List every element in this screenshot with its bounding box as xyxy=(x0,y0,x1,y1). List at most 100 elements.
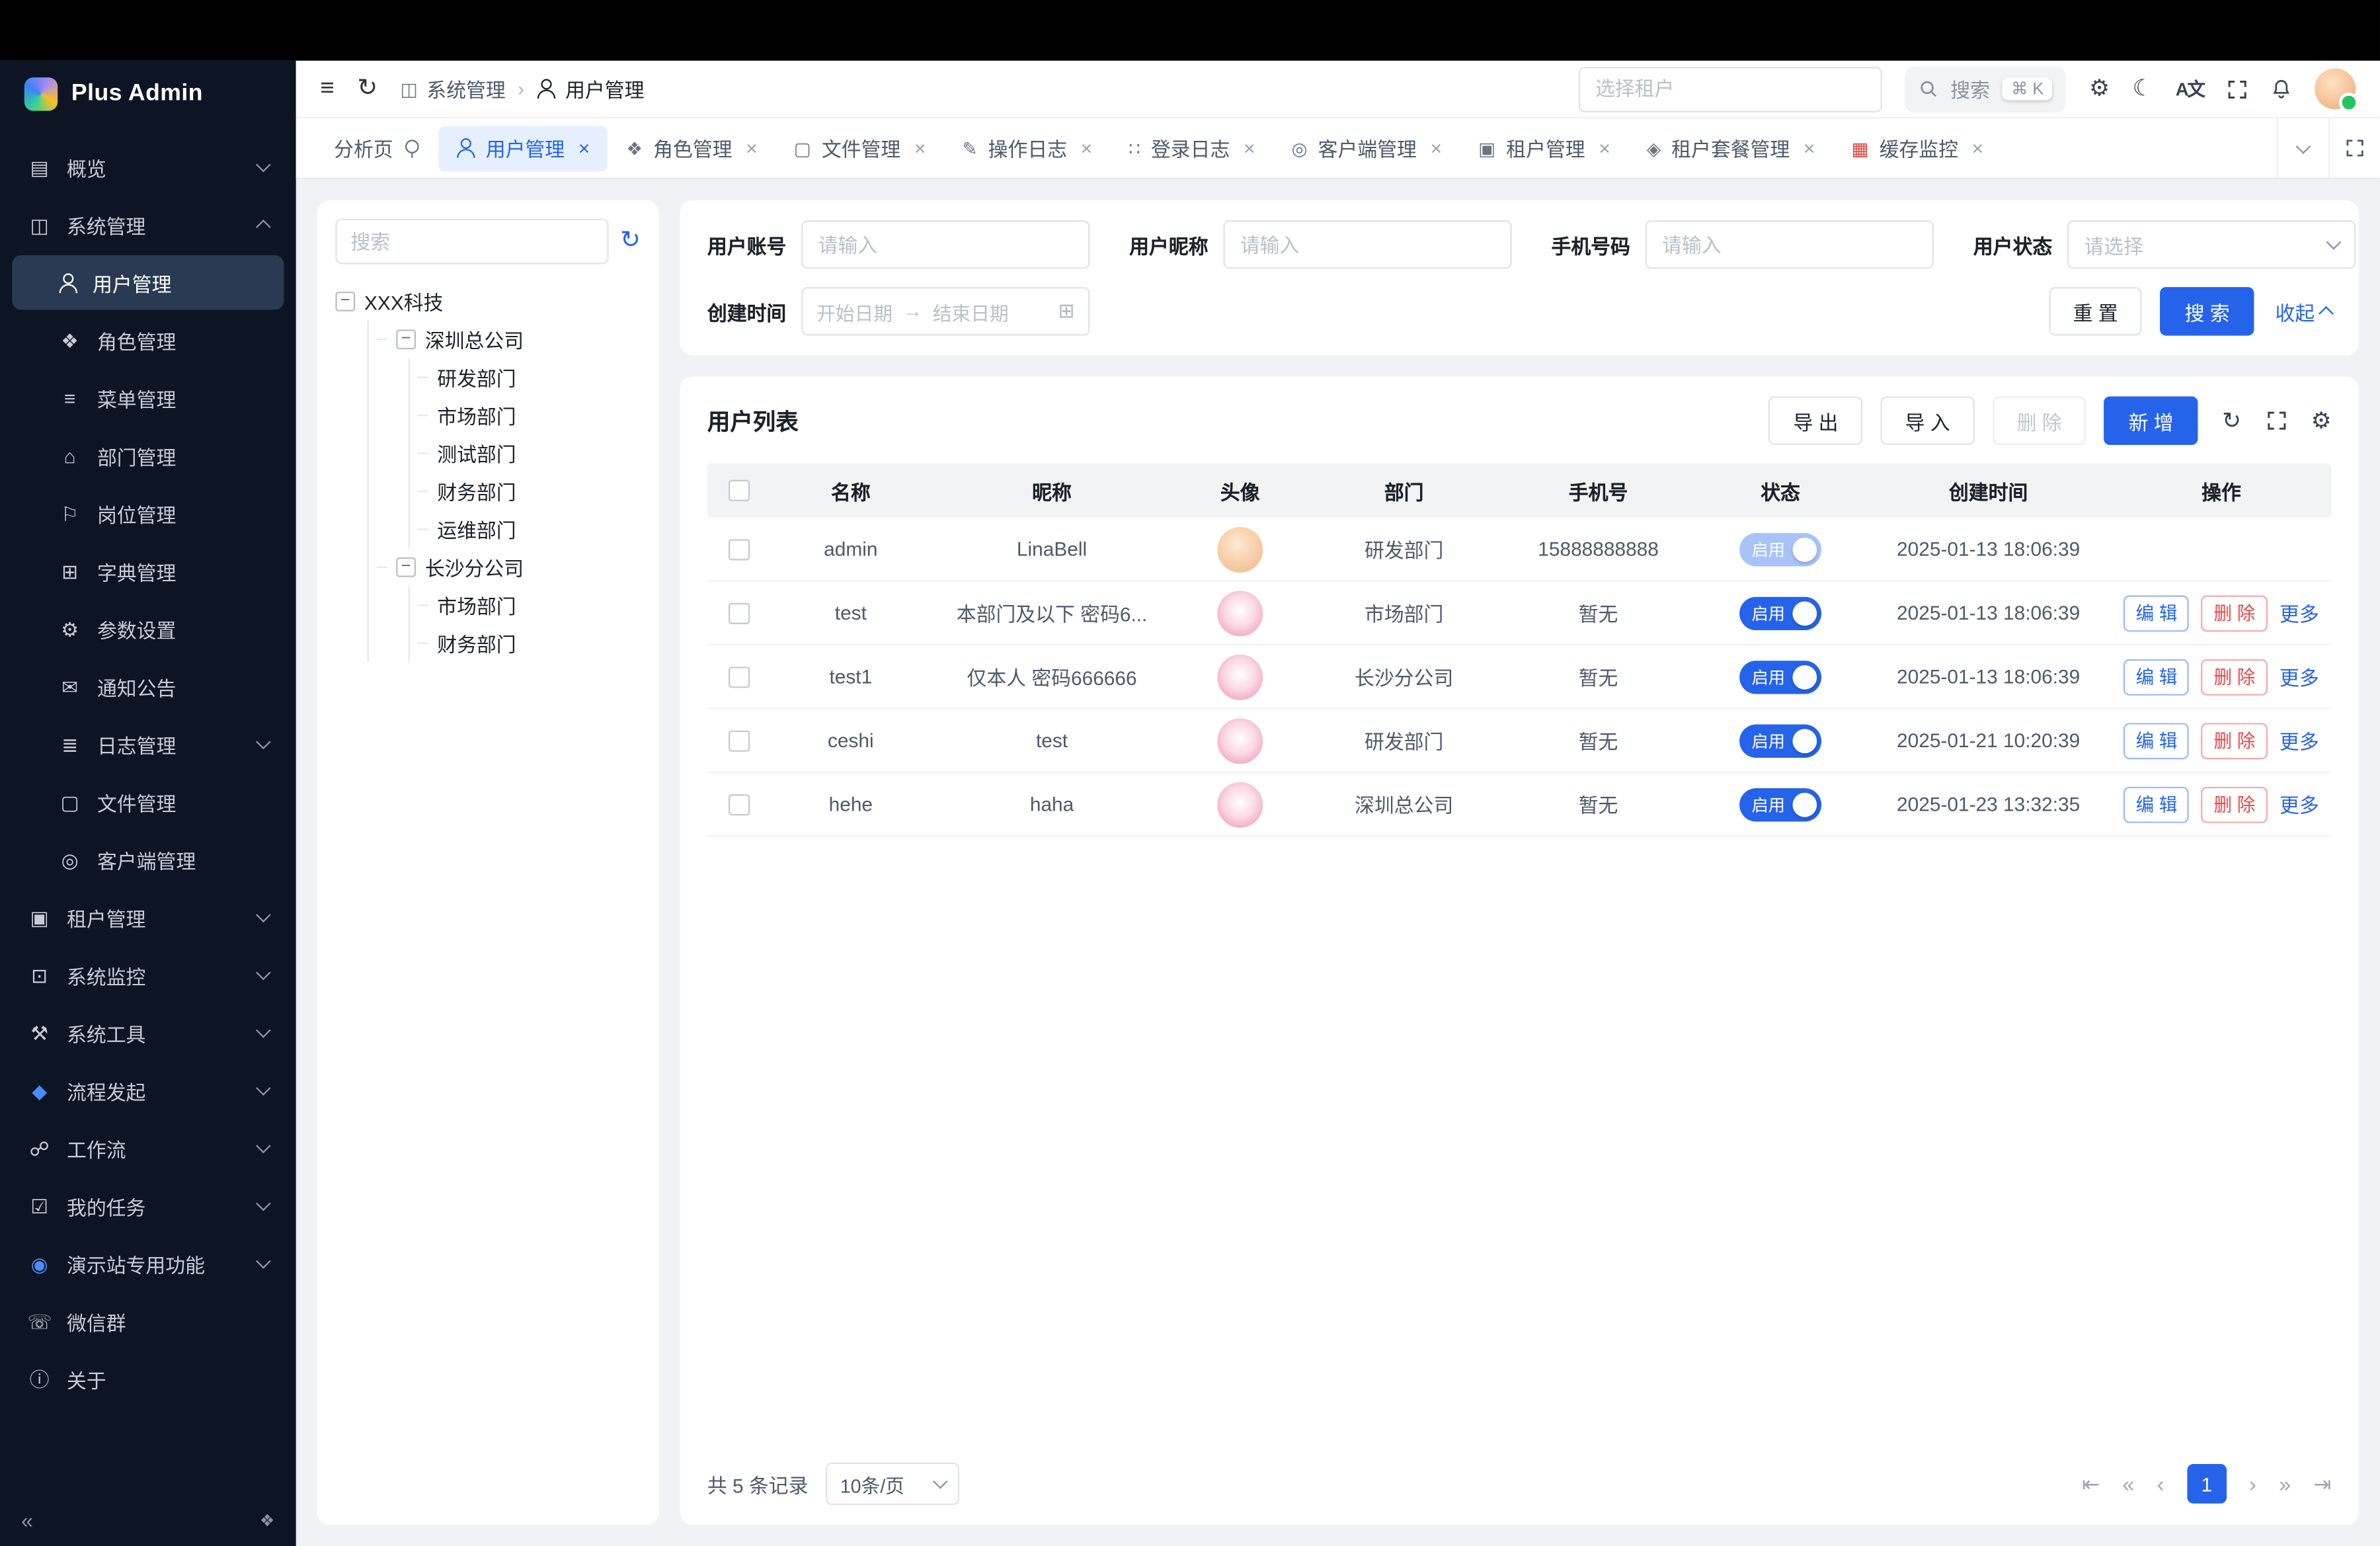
sidebar-item-role-management[interactable]: ❖角色管理 xyxy=(12,313,284,368)
delete-button[interactable]: 删 除 xyxy=(2202,659,2268,695)
reset-button[interactable]: 重 置 xyxy=(2049,287,2142,335)
status-toggle[interactable]: 启用 xyxy=(1739,596,1821,630)
tree-node-dept[interactable]: 财务部门 xyxy=(417,472,640,510)
sidebar-item-user-management[interactable]: 用户管理 xyxy=(12,255,284,310)
row-checkbox[interactable] xyxy=(729,666,750,687)
more-button[interactable]: 更多 xyxy=(2280,726,2319,755)
sidebar-pin-icon[interactable]: ❖ xyxy=(260,1510,275,1530)
tab-file-management[interactable]: ▢文件管理× xyxy=(777,125,943,171)
delete-button[interactable]: 删 除 xyxy=(2202,722,2268,758)
pagination-next-button[interactable]: › xyxy=(2249,1473,2256,1494)
delete-button[interactable]: 删 除 xyxy=(2202,786,2268,823)
sidebar-item-dict-management[interactable]: ⊞字典管理 xyxy=(12,544,284,598)
tree-collapse-icon[interactable] xyxy=(396,557,416,577)
refresh-page-icon[interactable]: ↻ xyxy=(357,77,377,101)
app-logo[interactable]: Plus Admin xyxy=(0,61,296,128)
collapse-filters-button[interactable]: 收起 xyxy=(2276,297,2332,326)
more-button[interactable]: 更多 xyxy=(2280,790,2319,819)
tree-collapse-icon[interactable] xyxy=(396,329,416,349)
export-button[interactable]: 导 出 xyxy=(1769,396,1862,444)
row-checkbox[interactable] xyxy=(729,538,750,559)
tree-node-dept[interactable]: 运维部门 xyxy=(417,510,640,548)
global-search-button[interactable]: 搜索 ⌘ K xyxy=(1905,66,2066,112)
close-icon[interactable]: × xyxy=(1244,138,1255,158)
sidebar-item-my-tasks[interactable]: ☑我的任务 xyxy=(12,1178,284,1233)
close-icon[interactable]: × xyxy=(1972,138,1983,158)
account-input[interactable] xyxy=(801,220,1090,268)
tab-user-management[interactable]: 用户管理× xyxy=(439,125,607,171)
sidebar-item-workflow[interactable]: ☍工作流 xyxy=(12,1121,284,1176)
tree-collapse-icon[interactable] xyxy=(335,292,355,311)
pagination-fast-next-button[interactable]: » xyxy=(2279,1473,2291,1494)
sidebar-item-department-management[interactable]: ⌂部门管理 xyxy=(12,428,284,483)
status-select[interactable]: 请选择 xyxy=(2067,220,2356,268)
close-icon[interactable]: × xyxy=(1081,138,1092,158)
sidebar-item-post-management[interactable]: ⚐岗位管理 xyxy=(12,486,284,541)
tree-node-dept[interactable]: 研发部门 xyxy=(417,358,640,396)
table-refresh-icon[interactable]: ↻ xyxy=(2222,409,2241,432)
tree-node-branch[interactable]: 深圳总公司 xyxy=(376,321,640,358)
table-settings-icon[interactable]: ⚙ xyxy=(2311,409,2332,432)
close-icon[interactable]: × xyxy=(1431,138,1442,158)
collapse-sidebar-button[interactable]: « xyxy=(21,1508,33,1533)
tree-node-dept[interactable]: 市场部门 xyxy=(417,587,640,624)
edit-button[interactable]: 编 辑 xyxy=(2123,594,2190,631)
status-toggle[interactable]: 启用 xyxy=(1739,788,1821,821)
sidebar-item-system-management[interactable]: ◫系统管理 xyxy=(12,198,284,253)
edit-button[interactable]: 编 辑 xyxy=(2123,659,2190,695)
tab-cache-monitor[interactable]: ▦缓存监控× xyxy=(1835,125,2000,171)
edit-button[interactable]: 编 辑 xyxy=(2123,786,2190,823)
translate-icon[interactable]: A文 xyxy=(2176,80,2204,99)
batch-delete-button[interactable]: 删 除 xyxy=(1993,396,2086,444)
sidebar-item-client-management[interactable]: ◎客户端管理 xyxy=(12,833,284,887)
dark-mode-icon[interactable]: ☾ xyxy=(2132,77,2153,100)
tab-role-management[interactable]: ❖角色管理× xyxy=(610,125,774,171)
tab-tenant-management[interactable]: ▣租户管理× xyxy=(1462,125,1627,171)
gear-icon[interactable]: ⚙ xyxy=(2089,77,2110,100)
fullscreen-icon[interactable] xyxy=(2227,78,2248,99)
search-button[interactable]: 搜 索 xyxy=(2161,287,2254,335)
sidebar-item-wechat-group[interactable]: ☏微信群 xyxy=(12,1294,284,1349)
close-icon[interactable]: × xyxy=(578,138,590,158)
sidebar-item-log-management[interactable]: ≣日志管理 xyxy=(12,717,284,772)
status-toggle[interactable]: 启用 xyxy=(1739,532,1821,566)
pin-icon[interactable] xyxy=(404,139,419,157)
add-button[interactable]: 新 增 xyxy=(2104,396,2198,444)
user-avatar[interactable] xyxy=(2315,68,2356,109)
tenant-select-input[interactable] xyxy=(1579,66,1882,112)
close-icon[interactable]: × xyxy=(746,138,757,158)
close-icon[interactable]: × xyxy=(1804,138,1815,158)
sidebar-item-file-management[interactable]: ▢文件管理 xyxy=(12,774,284,829)
sidebar-item-system-tools[interactable]: ⚒系统工具 xyxy=(12,1005,284,1060)
sidebar-item-about[interactable]: ⓘ关于 xyxy=(12,1352,284,1406)
tab-list-dropdown-button[interactable] xyxy=(2277,118,2328,178)
import-button[interactable]: 导 入 xyxy=(1881,396,1974,444)
tree-node-dept[interactable]: 市场部门 xyxy=(417,396,640,434)
tab-tenant-package-management[interactable]: ◈租户套餐管理× xyxy=(1630,125,1832,171)
sidebar-item-param-settings[interactable]: ⚙参数设置 xyxy=(12,601,284,656)
close-icon[interactable]: × xyxy=(914,138,926,158)
sidebar-item-demo-features[interactable]: ◉演示站专用功能 xyxy=(12,1237,284,1291)
edit-button[interactable]: 编 辑 xyxy=(2123,722,2190,758)
pagination-prev-button[interactable]: ‹ xyxy=(2157,1473,2164,1494)
tab-operation-log[interactable]: ✎操作日志× xyxy=(945,125,1109,171)
sidebar-item-tenant-management[interactable]: ▣租户管理 xyxy=(12,890,284,945)
tree-node-dept[interactable]: 财务部门 xyxy=(417,624,640,662)
breadcrumb-section[interactable]: ◫ 系统管理 xyxy=(401,75,506,104)
page-size-select[interactable]: 10条/页 xyxy=(826,1463,960,1505)
pagination-last-button[interactable]: ⇥ xyxy=(2314,1473,2332,1494)
sidebar-item-menu-management[interactable]: ≡菜单管理 xyxy=(12,370,284,425)
sidebar-item-system-monitor[interactable]: ⊡系统监控 xyxy=(12,948,284,1002)
row-checkbox[interactable] xyxy=(729,602,750,624)
sidebar-item-notice[interactable]: ✉通知公告 xyxy=(12,659,284,714)
tab-login-log[interactable]: ∷登录日志× xyxy=(1112,125,1272,171)
pagination-fast-prev-button[interactable]: « xyxy=(2122,1473,2134,1494)
hamburger-menu-icon[interactable]: ≡ xyxy=(320,77,334,101)
more-button[interactable]: 更多 xyxy=(2280,662,2319,691)
tree-node-branch[interactable]: 长沙分公司 xyxy=(376,548,640,586)
phone-input[interactable] xyxy=(1646,220,1934,268)
close-icon[interactable]: × xyxy=(1599,138,1610,158)
tree-node-dept[interactable]: 测试部门 xyxy=(417,434,640,472)
date-range-picker[interactable]: 开始日期 → 结束日期 ⊞ xyxy=(801,287,1090,335)
tree-node-company[interactable]: XXX科技 xyxy=(335,282,640,320)
